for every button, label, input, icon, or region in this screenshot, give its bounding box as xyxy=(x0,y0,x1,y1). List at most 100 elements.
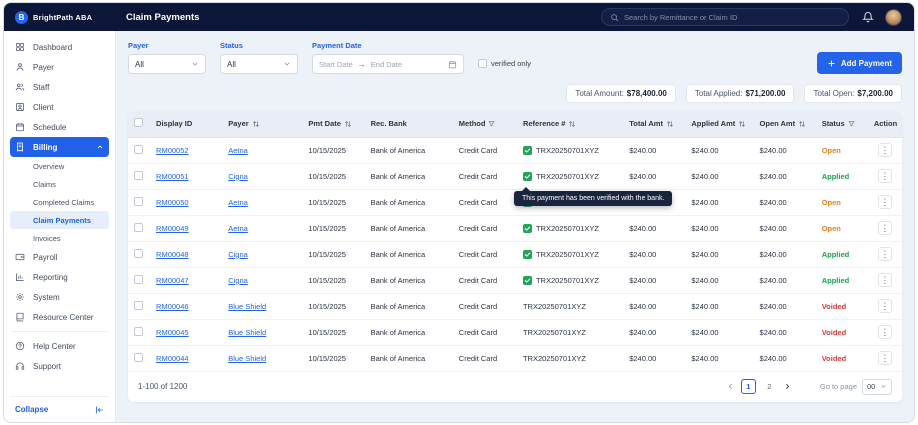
sidebar-item-payroll[interactable]: Payroll xyxy=(10,247,109,267)
row-checkbox[interactable] xyxy=(134,196,143,206)
verified-icon[interactable] xyxy=(522,145,532,155)
global-search[interactable] xyxy=(601,8,849,26)
display-id-link[interactable]: RM00052 xyxy=(156,146,189,155)
sidebar-subitem-completed-claims[interactable]: Completed Claims xyxy=(10,193,109,211)
col-header-applied-amt[interactable]: Applied Amt xyxy=(685,111,754,138)
sort-icon[interactable] xyxy=(666,120,674,128)
sidebar-item-client[interactable]: Client xyxy=(10,97,109,117)
sort-icon[interactable] xyxy=(568,120,576,128)
sidebar-item-billing[interactable]: Billing xyxy=(10,137,109,157)
row-checkbox[interactable] xyxy=(134,300,143,310)
sidebar-item-payer[interactable]: Payer xyxy=(10,57,109,77)
row-actions-button[interactable]: ⋮ xyxy=(877,143,892,157)
search-input[interactable] xyxy=(624,12,840,22)
col-header-open-amt[interactable]: Open Amt xyxy=(753,111,816,138)
col-header-payer[interactable]: Payer xyxy=(222,111,303,138)
display-id-link[interactable]: RM00049 xyxy=(156,224,189,233)
page-2-button[interactable]: 2 xyxy=(762,379,777,394)
payer-link[interactable]: Cigna xyxy=(228,172,248,181)
row-actions-button[interactable]: ⋮ xyxy=(877,247,892,261)
filter-icon[interactable] xyxy=(488,120,495,127)
row-actions-button[interactable]: ⋮ xyxy=(877,299,892,313)
payer-link[interactable]: Cigna xyxy=(228,250,248,259)
display-id-link[interactable]: RM00047 xyxy=(156,276,189,285)
sidebar-item-dashboard[interactable]: Dashboard xyxy=(10,37,109,57)
col-header-method[interactable]: Method xyxy=(452,111,517,138)
sidebar-item-resource-center[interactable]: Resource Center xyxy=(10,307,109,327)
row-actions-button[interactable]: ⋮ xyxy=(877,273,892,287)
user-avatar[interactable] xyxy=(885,8,902,26)
sidebar-item-support[interactable]: Support xyxy=(10,356,109,376)
sidebar-subitem-invoices[interactable]: Invoices xyxy=(10,229,109,247)
row-checkbox[interactable] xyxy=(134,222,143,232)
verified-icon[interactable] xyxy=(522,171,532,181)
row-actions-button[interactable]: ⋮ xyxy=(877,325,892,339)
sidebar-item-system[interactable]: System xyxy=(10,287,109,307)
row-actions-button[interactable]: ⋮ xyxy=(877,351,892,365)
payer-link[interactable]: Blue Shield xyxy=(228,302,266,311)
status-select[interactable]: All xyxy=(220,54,298,74)
verified-only-checkbox[interactable] xyxy=(478,59,487,68)
verified-icon[interactable] xyxy=(522,223,532,233)
row-actions-button[interactable]: ⋮ xyxy=(877,195,892,209)
go-to-page: Go to page 00 xyxy=(820,378,892,395)
row-checkbox[interactable] xyxy=(134,274,143,284)
status-badge: Applied xyxy=(821,275,850,285)
row-checkbox[interactable] xyxy=(134,170,143,180)
sidebar-subitem-label: Completed Claims xyxy=(33,197,95,207)
display-id-link[interactable]: RM00051 xyxy=(156,172,189,181)
col-header-display-id[interactable]: Display ID xyxy=(150,111,223,138)
sidebar-subitem-claim-payments[interactable]: Claim Payments xyxy=(10,211,109,229)
row-actions-button[interactable]: ⋮ xyxy=(877,169,892,183)
display-id-link[interactable]: RM00048 xyxy=(156,250,189,259)
date-range-input[interactable]: Start Date → End Date xyxy=(312,54,464,74)
sidebar-item-help-center[interactable]: Help Center xyxy=(10,336,109,356)
payer-link[interactable]: Cigna xyxy=(228,276,248,285)
sidebar-item-reporting[interactable]: Reporting xyxy=(10,267,109,287)
next-page-button[interactable] xyxy=(783,382,792,391)
rec-bank-cell: Bank of America xyxy=(364,215,453,242)
sidebar-collapse-button[interactable]: Collapse xyxy=(10,396,109,422)
row-checkbox[interactable] xyxy=(134,144,143,154)
prev-page-button[interactable] xyxy=(726,382,735,391)
sidebar-subitem-claims[interactable]: Claims xyxy=(10,175,109,193)
page-select[interactable]: 00 xyxy=(862,378,892,395)
payer-link[interactable]: Blue Shield xyxy=(228,354,266,363)
sort-icon[interactable] xyxy=(798,120,806,128)
row-actions-button[interactable]: ⋮ xyxy=(877,221,892,235)
row-checkbox[interactable] xyxy=(134,352,143,362)
col-header-pmt-date[interactable]: Pmt Date xyxy=(302,111,365,138)
col-header-reference[interactable]: Reference # xyxy=(516,111,624,138)
page-1-button[interactable]: 1 xyxy=(740,379,756,394)
row-checkbox[interactable] xyxy=(134,248,143,258)
book-icon xyxy=(15,312,27,322)
payer-link[interactable]: Aetna xyxy=(228,224,248,233)
payer-select[interactable]: All xyxy=(128,54,206,74)
verified-icon[interactable] xyxy=(522,249,532,259)
sidebar-subitem-overview[interactable]: Overview xyxy=(10,157,109,175)
payer-link[interactable]: Aetna xyxy=(228,146,248,155)
verified-icon[interactable] xyxy=(522,275,532,285)
col-header-select[interactable] xyxy=(128,111,151,138)
col-header-status[interactable]: Status xyxy=(815,111,868,138)
display-id-link[interactable]: RM00045 xyxy=(156,328,189,337)
sidebar-item-schedule[interactable]: Schedule xyxy=(10,117,109,137)
row-checkbox[interactable] xyxy=(134,326,143,336)
sort-icon[interactable] xyxy=(252,120,260,128)
applied-amt-cell: $240.00 xyxy=(685,241,754,268)
payer-link[interactable]: Aetna xyxy=(228,198,248,207)
sidebar-item-staff[interactable]: Staff xyxy=(10,77,109,97)
col-header-total-amt[interactable]: Total Amt xyxy=(623,111,686,138)
sort-icon[interactable] xyxy=(344,120,352,128)
select-all-checkbox[interactable] xyxy=(134,118,143,128)
col-header-rec-bank[interactable]: Rec. Bank xyxy=(364,111,453,138)
notifications-button[interactable] xyxy=(862,11,874,23)
sort-icon[interactable] xyxy=(738,120,746,128)
display-id-link[interactable]: RM00044 xyxy=(156,354,189,363)
add-payment-button[interactable]: Add Payment xyxy=(816,52,902,74)
display-id-link[interactable]: RM00050 xyxy=(156,198,189,207)
payer-link[interactable]: Blue Shield xyxy=(228,328,266,337)
display-id-link[interactable]: RM00046 xyxy=(156,302,189,311)
chevron-down-icon xyxy=(191,60,199,68)
filter-icon[interactable] xyxy=(848,120,855,127)
